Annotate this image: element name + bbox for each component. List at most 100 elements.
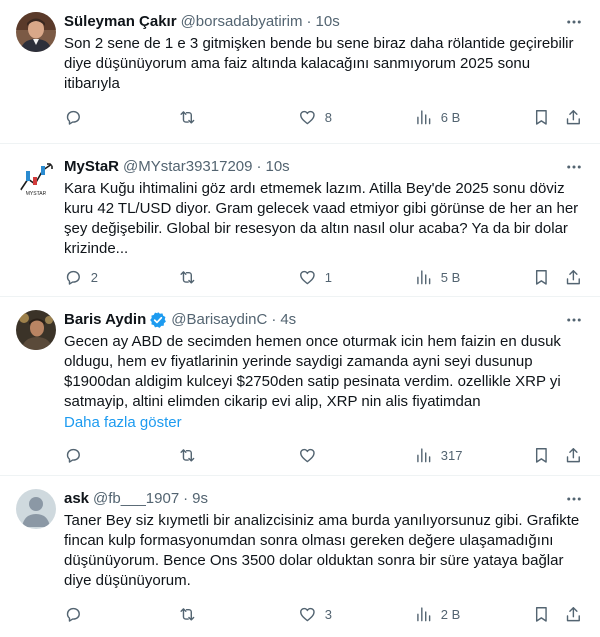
user-handle[interactable]: @MYstar39317209 bbox=[123, 157, 252, 177]
bookmark-button[interactable] bbox=[532, 445, 551, 465]
tweet[interactable]: MYSTAR MyStaR @MYstar39317209 · 10s Kara… bbox=[0, 145, 600, 297]
tweet[interactable]: Süleyman Çakır @borsadabyatirim · 10s So… bbox=[0, 0, 600, 144]
view-count: 5 B bbox=[440, 269, 461, 285]
svg-text:MYSTAR: MYSTAR bbox=[26, 191, 47, 197]
tweet-text: Gecen ay ABD de secimden hemen once otur… bbox=[64, 333, 561, 410]
timestamp[interactable]: 9s bbox=[192, 489, 208, 509]
timestamp[interactable]: 4s bbox=[280, 310, 296, 330]
view-count: 2 B bbox=[440, 606, 461, 622]
reply-button[interactable]: 2 bbox=[64, 267, 98, 287]
views-button[interactable]: 5 B bbox=[414, 267, 460, 287]
display-name[interactable]: Süleyman Çakır bbox=[64, 12, 177, 32]
reply-icon bbox=[66, 110, 80, 125]
bookmark-button[interactable] bbox=[532, 107, 551, 127]
view-count: 6 B bbox=[440, 109, 461, 125]
avatar[interactable]: MYSTAR bbox=[16, 157, 56, 197]
tweet[interactable]: Baris Aydin @BarisaydinC · 4s Gecen ay A… bbox=[0, 298, 600, 476]
analytics-icon bbox=[417, 110, 431, 124]
tweet-text: Kara Kuğu ihtimalini göz ardı etmemek la… bbox=[64, 180, 579, 257]
verified-badge-icon bbox=[150, 312, 167, 328]
timeline-feed: Süleyman Çakır @borsadabyatirim · 10s So… bbox=[0, 0, 600, 637]
retweet-icon bbox=[180, 448, 195, 462]
display-name[interactable]: MyStaR bbox=[64, 157, 119, 177]
more-options-icon[interactable] bbox=[564, 12, 584, 32]
tweet-actions: 3 2 B bbox=[64, 604, 584, 624]
retweet-button[interactable] bbox=[178, 107, 205, 127]
display-name[interactable]: Baris Aydin bbox=[64, 310, 146, 330]
views-button[interactable]: 2 B bbox=[414, 604, 460, 624]
share-icon bbox=[566, 447, 580, 462]
bookmark-icon bbox=[535, 109, 547, 125]
like-count: 3 bbox=[324, 606, 332, 622]
retweet-icon bbox=[180, 110, 195, 124]
bookmark-icon bbox=[535, 447, 547, 463]
like-count: 8 bbox=[324, 109, 332, 125]
tweet-header: MyStaR @MYstar39317209 · 10s bbox=[64, 157, 584, 177]
separator-dot: · bbox=[256, 158, 262, 175]
like-button[interactable]: 3 bbox=[298, 604, 332, 624]
separator-dot: · bbox=[271, 311, 277, 328]
chart-logo-icon: MYSTAR bbox=[16, 157, 56, 197]
like-button[interactable] bbox=[298, 445, 325, 465]
share-icon bbox=[566, 109, 580, 124]
share-button[interactable] bbox=[564, 107, 583, 127]
retweet-button[interactable] bbox=[178, 267, 205, 287]
avatar[interactable] bbox=[16, 489, 56, 529]
user-handle[interactable]: @BarisaydinC bbox=[171, 310, 267, 330]
more-options-icon[interactable] bbox=[564, 489, 584, 509]
reply-icon bbox=[66, 448, 80, 463]
separator-dot: · bbox=[306, 13, 312, 30]
view-count: 317 bbox=[440, 447, 463, 463]
bookmark-button[interactable] bbox=[532, 604, 551, 624]
profile-photo-icon bbox=[16, 310, 56, 350]
views-button[interactable]: 317 bbox=[414, 445, 462, 465]
more-options-icon[interactable] bbox=[564, 310, 584, 330]
reply-button[interactable] bbox=[64, 107, 91, 127]
show-more-link[interactable]: Daha fazla göster bbox=[64, 413, 584, 433]
share-icon bbox=[566, 269, 580, 284]
timestamp[interactable]: 10s bbox=[266, 157, 290, 177]
user-handle[interactable]: @fb___1907 bbox=[93, 489, 179, 509]
reply-icon bbox=[66, 270, 80, 285]
reply-button[interactable] bbox=[64, 604, 91, 624]
share-button[interactable] bbox=[564, 267, 583, 287]
retweet-icon bbox=[180, 607, 195, 621]
tweet-header: Baris Aydin @BarisaydinC · 4s bbox=[64, 310, 584, 330]
more-options-icon[interactable] bbox=[564, 157, 584, 177]
like-count: 1 bbox=[324, 269, 332, 285]
default-avatar-icon bbox=[16, 489, 56, 529]
analytics-icon bbox=[417, 270, 431, 284]
tweet-text: Taner Bey siz kıymetli bir analizcisiniz… bbox=[64, 512, 580, 589]
reply-button[interactable] bbox=[64, 445, 91, 465]
bookmark-icon bbox=[535, 606, 547, 622]
display-name[interactable]: ask bbox=[64, 489, 89, 509]
analytics-icon bbox=[417, 448, 431, 462]
tweet-header: Süleyman Çakır @borsadabyatirim · 10s bbox=[64, 12, 584, 32]
tweet-actions: 2 1 5 B bbox=[64, 267, 584, 287]
bookmark-icon bbox=[535, 269, 547, 285]
profile-photo-icon bbox=[16, 12, 56, 52]
retweet-button[interactable] bbox=[178, 604, 205, 624]
avatar[interactable] bbox=[16, 12, 56, 52]
retweet-button[interactable] bbox=[178, 445, 205, 465]
reply-icon bbox=[66, 607, 80, 622]
reply-count: 2 bbox=[90, 269, 98, 285]
heart-icon bbox=[300, 110, 315, 124]
like-button[interactable]: 8 bbox=[298, 107, 332, 127]
avatar[interactable] bbox=[16, 310, 56, 350]
retweet-icon bbox=[180, 270, 195, 284]
heart-icon bbox=[300, 270, 315, 284]
timestamp[interactable]: 10s bbox=[316, 12, 340, 32]
tweet-actions: 317 bbox=[64, 445, 584, 465]
bookmark-button[interactable] bbox=[532, 267, 551, 287]
user-handle[interactable]: @borsadabyatirim bbox=[181, 12, 303, 32]
tweet[interactable]: ask @fb___1907 · 9s Taner Bey siz kıymet… bbox=[0, 477, 600, 637]
separator-dot: · bbox=[183, 490, 189, 507]
tweet-actions: 8 6 B bbox=[64, 107, 584, 127]
tweet-text: Son 2 sene de 1 e 3 gitmişken bende bu s… bbox=[64, 35, 574, 92]
views-button[interactable]: 6 B bbox=[414, 107, 460, 127]
share-button[interactable] bbox=[564, 445, 583, 465]
like-button[interactable]: 1 bbox=[298, 267, 332, 287]
analytics-icon bbox=[417, 607, 431, 621]
share-button[interactable] bbox=[564, 604, 583, 624]
